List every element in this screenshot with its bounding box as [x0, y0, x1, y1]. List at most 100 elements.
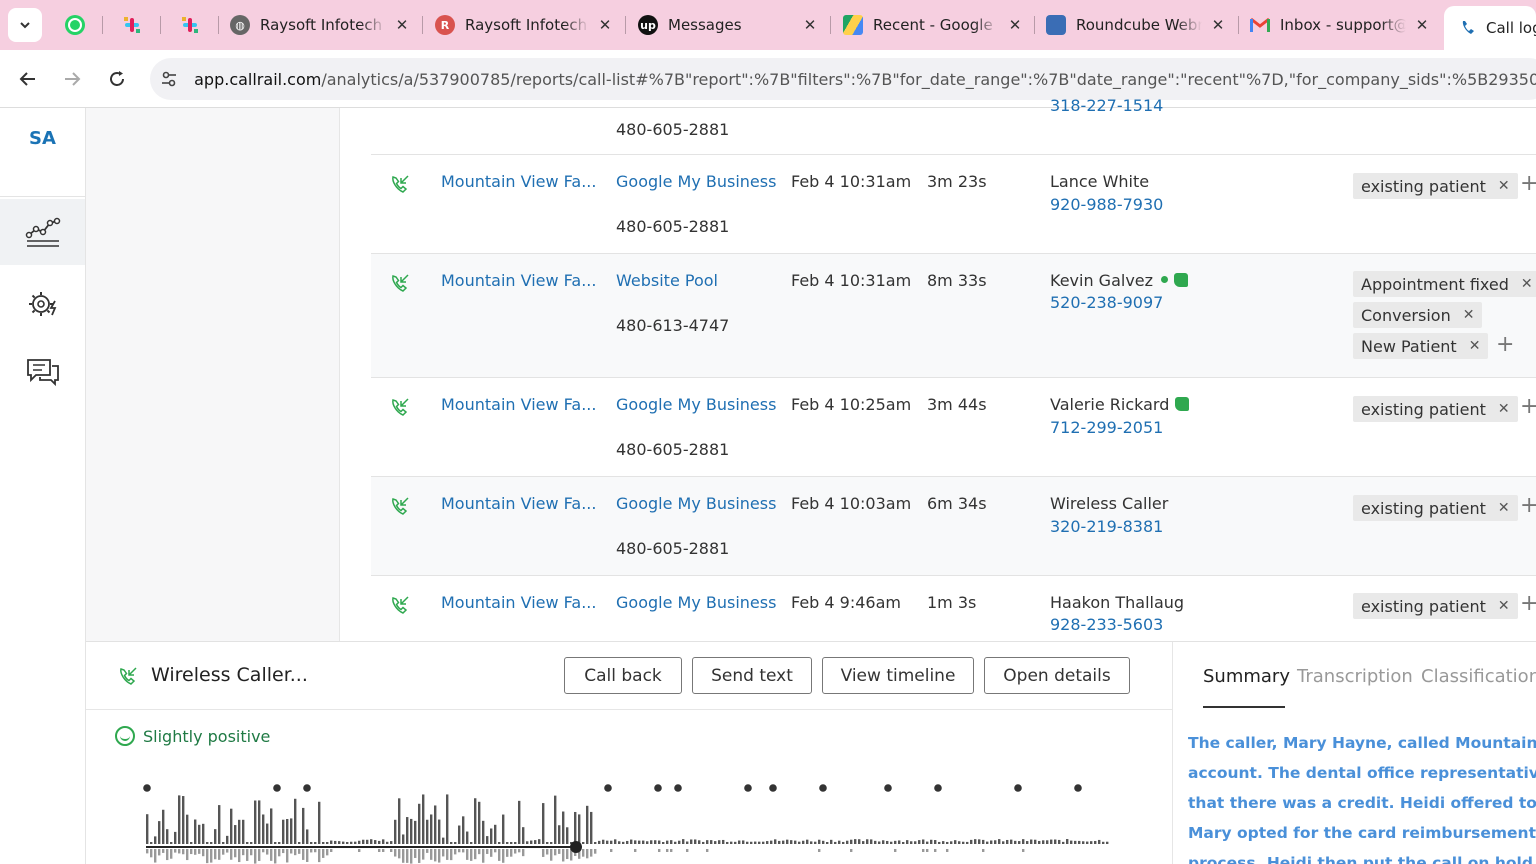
tab-summary[interactable]: Summary [1203, 666, 1290, 687]
tab-transcription[interactable]: Transcription [1297, 666, 1413, 687]
waveform-bar-lower [498, 849, 501, 861]
table-row[interactable]: Mountain View Fa... Google My Business F… [371, 576, 1536, 641]
remove-tag-icon[interactable]: ✕ [1498, 500, 1510, 516]
waveform-bar [270, 808, 273, 844]
add-tag-icon[interactable]: + [1520, 591, 1536, 616]
tab-raysoft-1[interactable]: ◍ Raysoft Infotech | ✕ [230, 8, 412, 42]
site-settings-icon[interactable] [150, 70, 188, 88]
waveform-bar-lower [210, 849, 213, 863]
audio-waveform[interactable] [138, 778, 1118, 864]
waveform-bar [750, 841, 753, 844]
waveform-bar [1054, 839, 1057, 844]
waveform-bar-lower [282, 849, 285, 854]
close-icon[interactable]: ✕ [1208, 16, 1228, 34]
tab-raysoft-2[interactable]: R Raysoft Infotech | ✕ [435, 8, 615, 42]
call-back-button[interactable]: Call back [564, 657, 682, 694]
remove-tag-icon[interactable]: ✕ [1521, 276, 1533, 292]
close-icon[interactable]: ✕ [800, 16, 820, 34]
back-button[interactable] [13, 64, 43, 94]
caller-phone[interactable]: 920-988-7930 [1050, 195, 1163, 214]
company-link[interactable]: Mountain View Fa... [441, 593, 596, 612]
table-row[interactable]: Mountain View Fa... Website Pool 480-613… [371, 254, 1536, 378]
table-row[interactable]: Mountain View Fa... Google My Business 4… [371, 155, 1536, 254]
add-tag-icon[interactable]: + [1520, 493, 1536, 518]
source-link[interactable]: Google My Business [616, 494, 776, 513]
waveform-bar [738, 840, 741, 844]
company-link[interactable]: Mountain View Fa... [441, 494, 596, 513]
waveform-marker-dot [884, 784, 892, 792]
add-tag-icon[interactable]: + [1496, 332, 1514, 357]
tab-messages[interactable]: up Messages ✕ [638, 8, 820, 42]
source-link[interactable]: Google My Business [616, 593, 776, 612]
send-text-button[interactable]: Send text [692, 657, 812, 694]
pinned-tab-slack-2[interactable] [175, 10, 205, 40]
waveform-bar-lower [462, 849, 465, 853]
pinned-tab-whatsapp[interactable] [60, 10, 90, 40]
waveform-bar [1034, 839, 1037, 844]
open-details-button[interactable]: Open details [984, 657, 1130, 694]
account-avatar[interactable]: SA [0, 128, 85, 149]
waveform-bar [210, 842, 213, 844]
pinned-tab-slack-1[interactable] [117, 10, 147, 40]
address-bar[interactable]: app.callrail.com/analytics/a/537900785/r… [150, 58, 1536, 100]
playhead-handle[interactable] [570, 841, 582, 853]
add-tag-icon[interactable]: + [1520, 171, 1536, 196]
view-timeline-button[interactable]: View timeline [822, 657, 974, 694]
summary-line: that there was a credit. Heidi offered t… [1188, 794, 1536, 812]
tab-classification[interactable]: Classification [1421, 666, 1536, 687]
waveform-bar [782, 840, 785, 844]
caller-phone[interactable]: 712-299-2051 [1050, 418, 1163, 437]
table-row-partial[interactable]: 480-605-2881 318-227-1514 [371, 96, 1536, 155]
company-link[interactable]: Mountain View Fa... [441, 271, 596, 290]
forward-button[interactable] [57, 64, 87, 94]
waveform-bar-lower [490, 849, 493, 857]
tab-call-log[interactable]: Call log [1444, 6, 1536, 50]
waveform-marker-dot [1074, 784, 1082, 792]
tab-google-drive[interactable]: Recent - Google D ✕ [843, 8, 1025, 42]
close-icon[interactable]: ✕ [392, 16, 412, 34]
tab-title: Roundcube Webm [1076, 16, 1202, 34]
remove-tag-icon[interactable]: ✕ [1498, 178, 1510, 194]
waveform-bar [1066, 839, 1069, 844]
close-icon[interactable]: ✕ [595, 16, 615, 34]
tag-label: existing patient [1361, 176, 1486, 196]
close-icon[interactable]: ✕ [1005, 16, 1025, 34]
waveform-bar [934, 840, 937, 844]
table-row[interactable]: Mountain View Fa... Google My Business 4… [371, 378, 1536, 477]
caller-phone[interactable]: 320-219-8381 [1050, 517, 1163, 536]
waveform-bar-lower [590, 849, 593, 857]
close-icon[interactable]: ✕ [1412, 16, 1432, 34]
remove-tag-icon[interactable]: ✕ [1463, 307, 1475, 323]
waveform-bar [1022, 839, 1025, 844]
remove-tag-icon[interactable]: ✕ [1498, 598, 1510, 614]
nav-analytics[interactable] [0, 199, 85, 265]
company-link[interactable]: Mountain View Fa... [441, 395, 596, 414]
tab-gmail[interactable]: Inbox - support@ ✕ [1250, 8, 1432, 42]
waveform-bar [230, 808, 233, 844]
source-link[interactable]: Website Pool [616, 271, 718, 290]
tab-roundcube[interactable]: Roundcube Webm ✕ [1046, 8, 1228, 42]
table-row[interactable]: Mountain View Fa... Google My Business 4… [371, 477, 1536, 576]
remove-tag-icon[interactable]: ✕ [1469, 338, 1481, 354]
caller-phone[interactable]: 928-233-5603 [1050, 615, 1163, 634]
waveform-bar [1090, 841, 1093, 844]
waveform-bar-lower [422, 849, 425, 860]
reload-button[interactable] [102, 64, 132, 94]
tab-search-button[interactable] [8, 8, 42, 42]
caller-phone[interactable]: 520-238-9097 [1050, 293, 1163, 312]
waveform-bar [466, 831, 469, 844]
remove-tag-icon[interactable]: ✕ [1498, 401, 1510, 417]
company-link[interactable]: Mountain View Fa... [441, 172, 596, 191]
slack-icon [124, 17, 140, 33]
add-tag-icon[interactable]: + [1520, 394, 1536, 419]
waveform-bar-lower [542, 849, 545, 857]
nav-messages[interactable] [0, 339, 85, 405]
caller-phone[interactable]: 318-227-1514 [1050, 96, 1163, 115]
source-link[interactable]: Google My Business [616, 395, 776, 414]
waveform-bar [1030, 839, 1033, 844]
waveform-bar [390, 841, 393, 844]
source-link[interactable]: Google My Business [616, 172, 776, 191]
nav-settings[interactable] [0, 271, 85, 337]
waveform-bar [194, 819, 197, 844]
call-date: Feb 4 10:31am [791, 172, 912, 191]
